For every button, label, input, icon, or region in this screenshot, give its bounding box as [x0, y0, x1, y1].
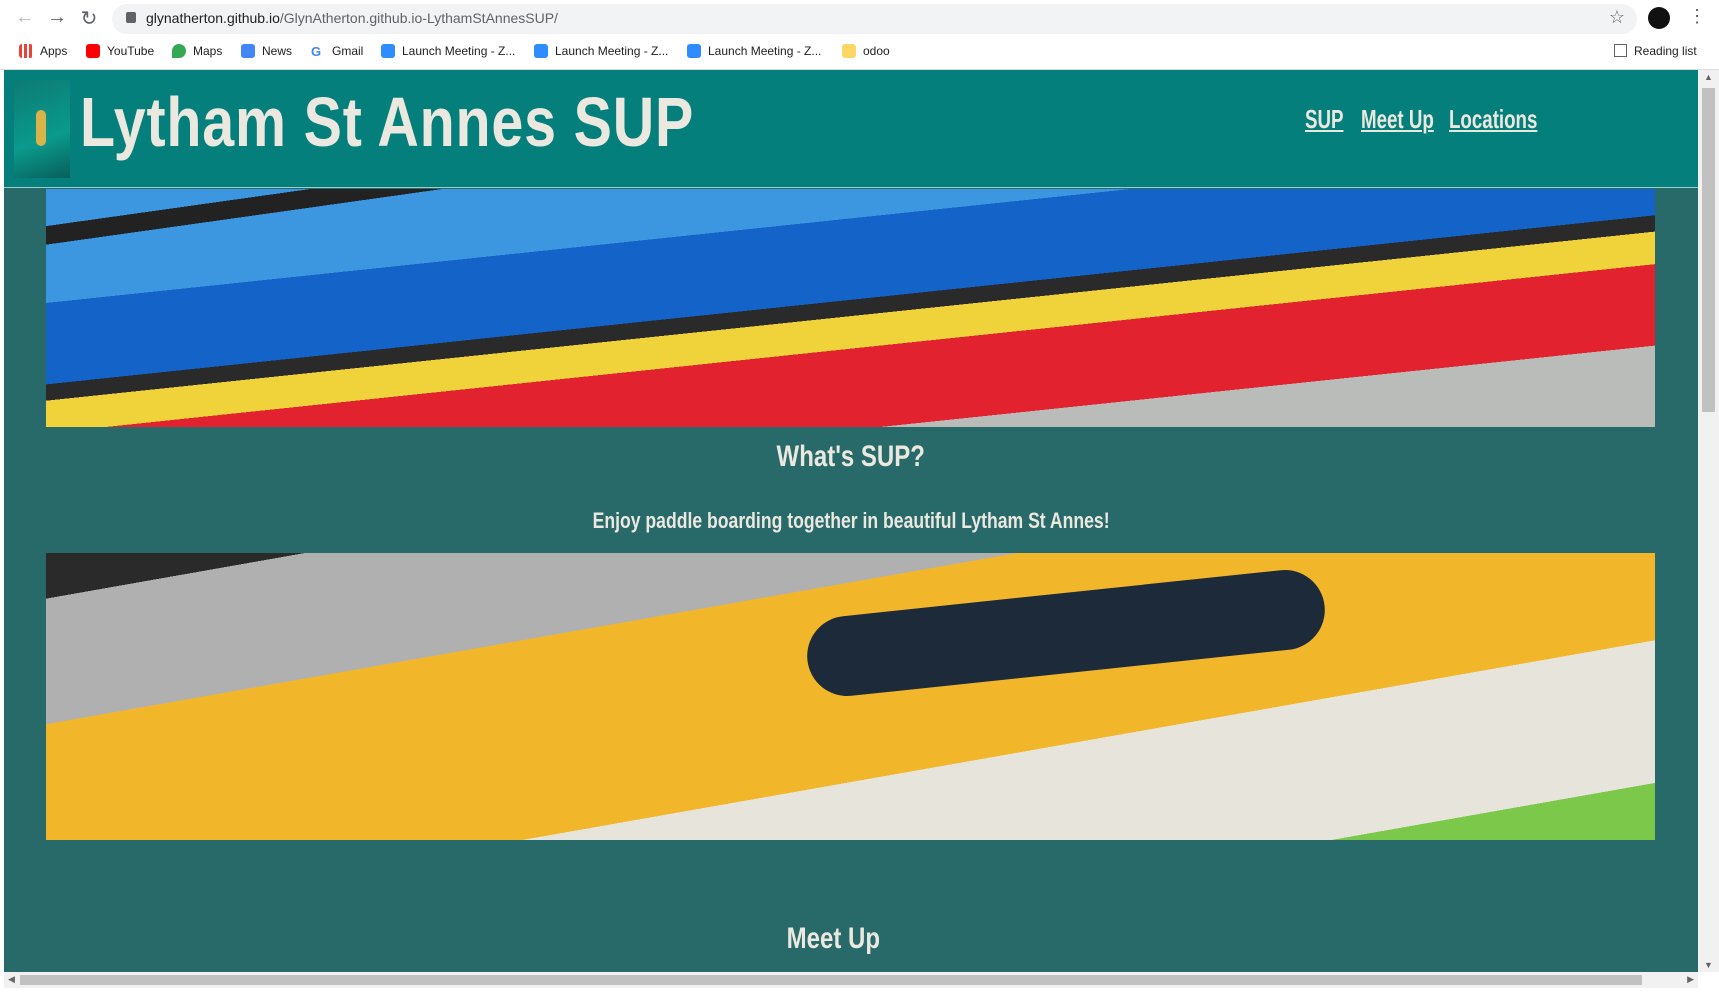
lock-icon: [126, 12, 136, 23]
address-bar[interactable]: glynatherton.github.io/GlynAtherton.gith…: [112, 4, 1637, 34]
bookmark-zoom-1[interactable]: Launch Meeting - Z...: [381, 44, 515, 58]
maps-icon: [172, 44, 186, 58]
vertical-scrollbar[interactable]: ▲ ▼: [1698, 70, 1719, 972]
google-icon: G: [311, 44, 322, 59]
nav-link-sup[interactable]: SUP: [1305, 104, 1343, 135]
hero-image-paddleboards: [46, 189, 1655, 427]
youtube-icon: [86, 44, 100, 58]
bookmark-odoo[interactable]: odoo: [842, 44, 890, 58]
horizontal-scroll-thumb[interactable]: [20, 975, 1642, 985]
bookmark-apps[interactable]: Apps: [19, 44, 67, 58]
reload-icon[interactable]: ↻: [77, 6, 101, 31]
browser-toolbar: ← → ↻ glynatherton.github.io/GlynAtherto…: [0, 0, 1719, 36]
meet-up-heading: Meet Up: [786, 922, 880, 955]
vertical-scroll-thumb[interactable]: [1702, 88, 1715, 412]
web-page: Lytham St Annes SUP SUP Meet Up Location…: [4, 70, 1698, 972]
tagline: Enjoy paddle boarding together in beauti…: [592, 508, 1110, 533]
bookmark-zoom-3[interactable]: Launch Meeting - Z...: [687, 44, 821, 58]
bookmark-maps[interactable]: Maps: [172, 44, 222, 58]
horizontal-scrollbar[interactable]: ◀ ▶: [4, 972, 1698, 988]
news-icon: [241, 44, 255, 58]
zoom-icon: [687, 44, 701, 58]
url-text: glynatherton.github.io/GlynAtherton.gith…: [146, 10, 558, 26]
bookmarks-bar: Apps YouTube Maps News G Gmail Launch Mee…: [0, 36, 1719, 70]
forward-icon[interactable]: →: [45, 6, 69, 29]
zoom-icon: [534, 44, 548, 58]
reading-list-icon: [1614, 44, 1627, 57]
nav-link-meet-up[interactable]: Meet Up: [1361, 104, 1434, 135]
bookmark-zoom-2[interactable]: Launch Meeting - Z...: [534, 44, 668, 58]
nav-link-locations[interactable]: Locations: [1449, 104, 1537, 135]
profile-avatar[interactable]: [1648, 7, 1670, 29]
section-heading: What's SUP?: [776, 440, 926, 473]
folder-icon: [842, 44, 856, 58]
site-header: Lytham St Annes SUP SUP Meet Up Location…: [4, 70, 1698, 188]
apps-icon: [19, 44, 33, 58]
site-title: Lytham St Annes SUP: [80, 83, 695, 161]
bookmark-news[interactable]: News: [241, 44, 292, 58]
reading-list-button[interactable]: Reading list: [1614, 44, 1697, 58]
menu-icon[interactable]: ⋮: [1688, 6, 1706, 27]
paddle-board-image: [46, 553, 1655, 840]
bookmark-gmail[interactable]: G Gmail: [311, 44, 363, 59]
back-icon[interactable]: ←: [13, 6, 37, 29]
bookmark-star-icon[interactable]: ☆: [1609, 7, 1625, 28]
bookmark-youtube[interactable]: YouTube: [86, 44, 154, 58]
zoom-icon: [381, 44, 395, 58]
site-logo[interactable]: [14, 80, 70, 178]
